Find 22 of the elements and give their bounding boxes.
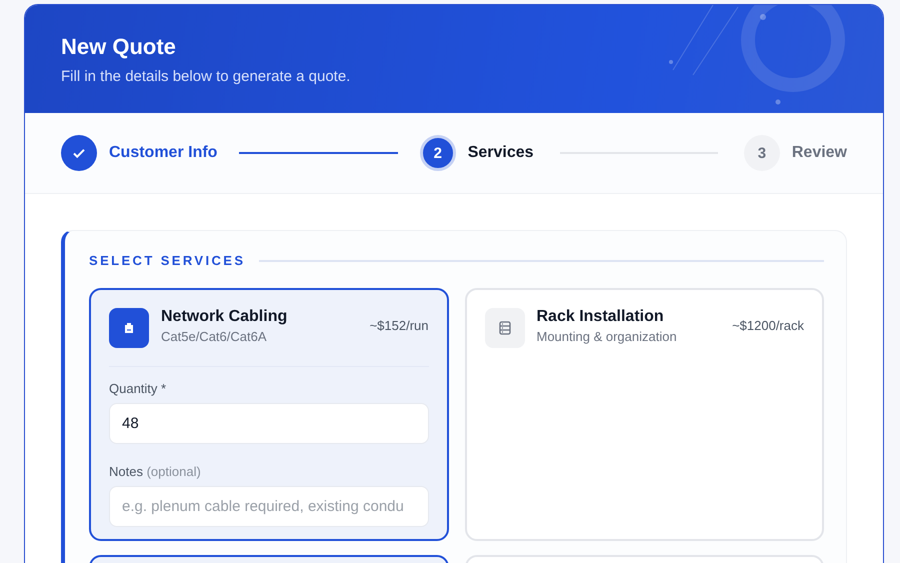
service-card[interactable]: Network Cabling Cat5e/Cat6/Cat6A ~$152/run Quantity * 48 Notes (optional) e.g. plenum cable required, existing condu bbox=[89, 288, 448, 541]
field-label: Quantity * bbox=[109, 381, 168, 396]
step-indicator: 3 bbox=[744, 135, 780, 171]
field-label: Notes (optional) bbox=[109, 464, 202, 479]
service-name: Rack Installation bbox=[536, 308, 665, 326]
service-name: Network Cabling bbox=[161, 308, 288, 326]
service-description: Cat5e/Cat6/Cat6A bbox=[161, 329, 268, 344]
section-title: SELECT SERVICES bbox=[89, 253, 246, 268]
service-description: Mounting & organization bbox=[536, 329, 678, 344]
server-rack-icon bbox=[498, 321, 512, 335]
service-card[interactable]: Rack Installation Mounting & organization ~$1200/rack bbox=[464, 288, 824, 541]
service-price: ~$1200/rack bbox=[732, 318, 804, 333]
ethernet-plug-icon bbox=[123, 322, 135, 334]
service-price: ~$152/run bbox=[370, 318, 428, 333]
input-field[interactable]: 48 bbox=[109, 403, 428, 444]
step-label: Services bbox=[468, 144, 534, 162]
step-indicator: 2 bbox=[420, 135, 456, 171]
page-subtitle: Fill in the details below to generate a quote. bbox=[61, 68, 352, 84]
step-label: Review bbox=[792, 144, 847, 162]
input-field[interactable]: e.g. plenum cable required, existing condu bbox=[109, 486, 428, 527]
page-title: New Quote bbox=[61, 34, 177, 60]
step-label: Customer Info bbox=[109, 144, 218, 162]
